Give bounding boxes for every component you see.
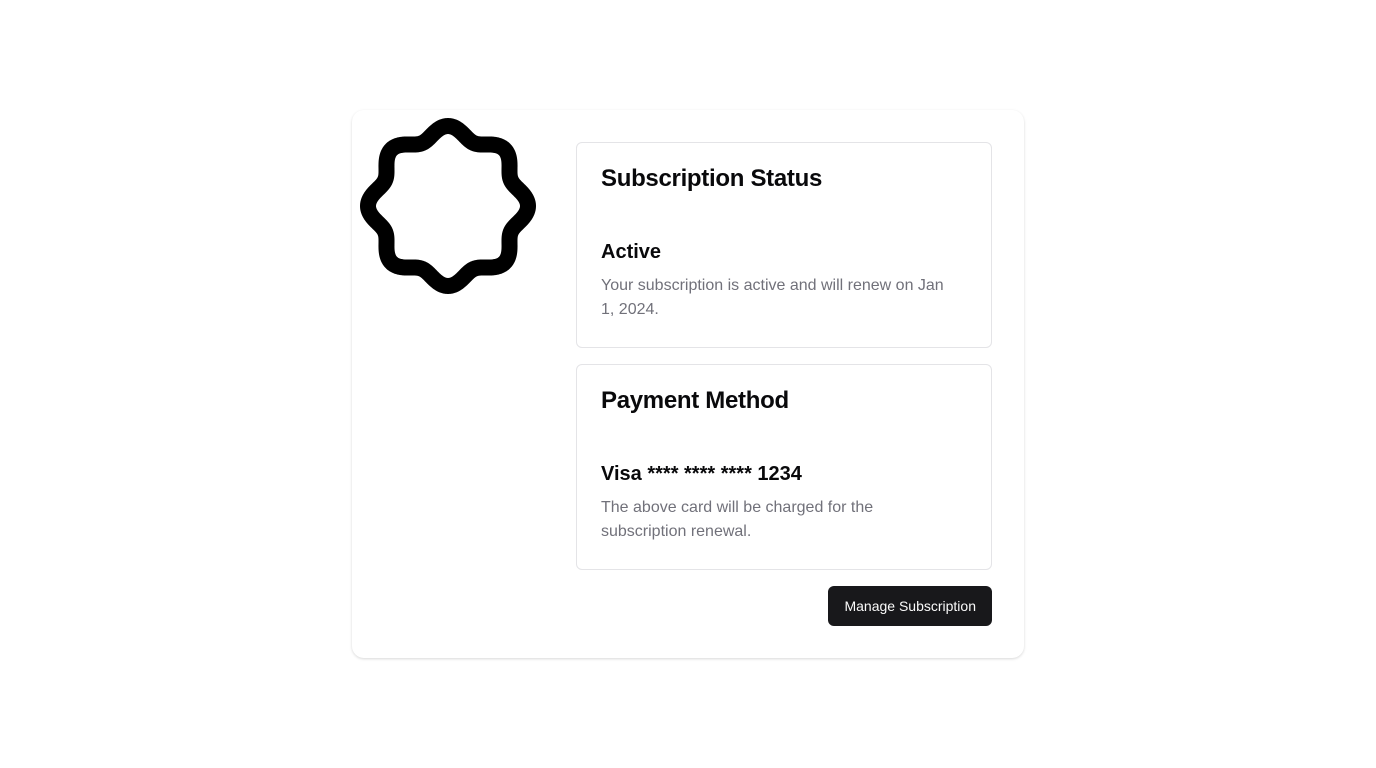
payment-method-title: Payment Method <box>601 387 789 414</box>
subscription-status-title: Subscription Status <box>601 165 822 192</box>
badge-outline <box>360 118 536 294</box>
scalloped-badge-icon <box>360 118 536 294</box>
payment-card-number: Visa **** **** **** 1234 <box>601 463 802 485</box>
manage-subscription-button[interactable]: Manage Subscription <box>828 586 992 626</box>
payment-method-description: The above card will be charged for the s… <box>601 499 874 540</box>
subscription-status-panel: Subscription Status Active Your subscrip… <box>576 142 992 348</box>
subscription-status-value: Active <box>601 241 662 263</box>
subscription-status-description: Your subscription is active and will ren… <box>601 277 944 318</box>
content-column: Subscription Status Active Your subscrip… <box>576 142 992 626</box>
payment-method-panel: Payment Method Visa **** **** **** 1234 … <box>576 364 992 570</box>
card-actions: Manage Subscription <box>576 586 992 626</box>
subscription-card: Subscription Status Active Your subscrip… <box>352 110 1024 658</box>
